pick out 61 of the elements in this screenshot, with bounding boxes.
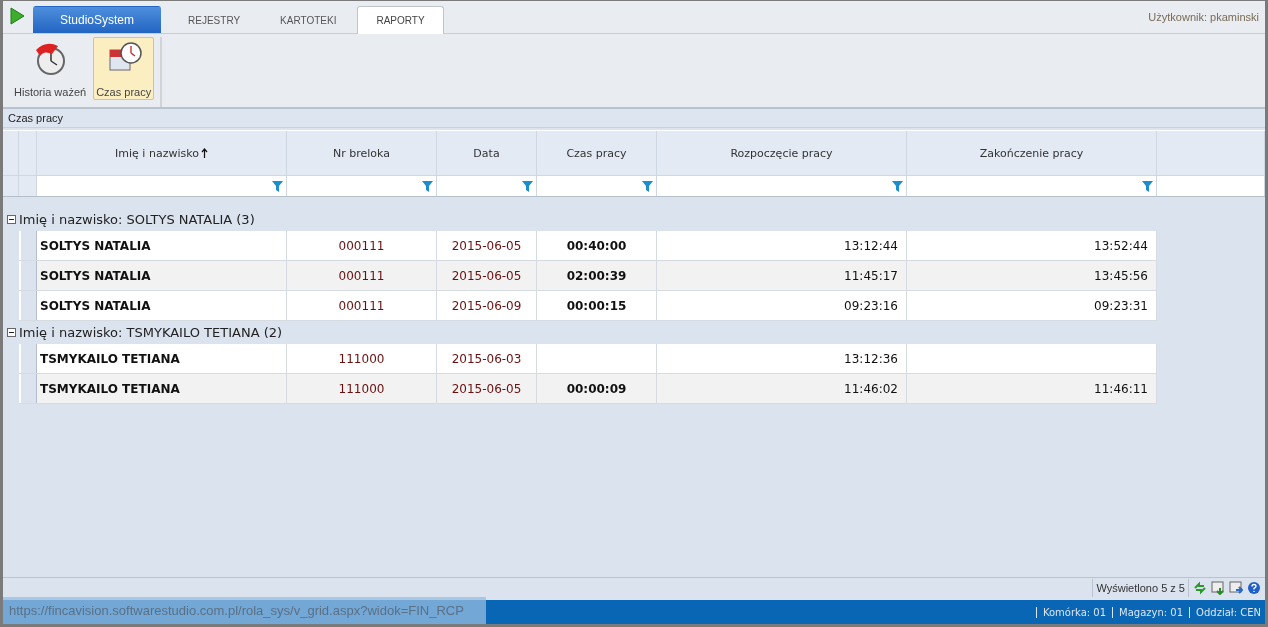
url-tooltip: https://fincavision.softwarestudio.com.pl/rola_sys/v_grid.aspx?widok=FIN_RCP [3, 597, 486, 624]
sort-arrow-icon [200, 148, 208, 158]
user-label: Użytkownik: pkaminski [1148, 11, 1260, 23]
tab[interactable]: KARTOTEKI [261, 6, 356, 33]
table-cell: SOLTYS NATALIA [37, 291, 287, 320]
table-cell: 00:00:09 [537, 374, 657, 403]
table-cell: 13:45:56 [907, 261, 1157, 290]
table-cell: 2015-06-05 [437, 231, 537, 260]
filter-icon[interactable] [1142, 180, 1153, 192]
pager-info: Wyświetlono 5 z 5 [1092, 579, 1189, 597]
tab[interactable]: REJESTRY [169, 6, 260, 33]
table-cell: 2015-06-05 [437, 374, 537, 403]
status-item: Oddział: CEN [1189, 606, 1261, 618]
table-cell: 00:40:00 [537, 231, 657, 260]
table-cell: 13:12:36 [657, 344, 907, 373]
table-cell: SOLTYS NATALIA [37, 231, 287, 260]
export-right-icon[interactable] [1229, 581, 1243, 595]
row-indicator [19, 231, 37, 260]
ribbon-button[interactable]: Historia ważeń [11, 37, 90, 100]
filter-icon[interactable] [272, 180, 283, 192]
collapse-icon[interactable] [7, 327, 16, 337]
table-cell: 2015-06-05 [437, 261, 537, 290]
table-cell: 09:23:16 [657, 291, 907, 320]
table-cell: 11:46:02 [657, 374, 907, 403]
app-menu-button[interactable]: StudioSystem [33, 6, 162, 33]
table-cell: 02:00:39 [537, 261, 657, 290]
table-cell: 09:23:31 [907, 291, 1157, 320]
help-icon[interactable] [1247, 581, 1261, 595]
row-indicator [19, 291, 37, 320]
table-cell: 11:46:11 [907, 374, 1157, 403]
status-item: Magazyn: 01 [1112, 606, 1184, 618]
table-cell: 11:45:17 [657, 261, 907, 290]
table-cell: 000111 [287, 291, 437, 320]
table-cell: 2015-06-09 [437, 291, 537, 320]
table-cell: 111000 [287, 344, 437, 373]
table-cell: 2015-06-03 [437, 344, 537, 373]
filter-icon[interactable] [642, 180, 653, 192]
filter-icon[interactable] [892, 180, 903, 192]
row-indicator [19, 344, 37, 373]
row-indicator [19, 261, 37, 290]
refresh-icon[interactable] [1193, 581, 1207, 595]
table-cell: TSMYKAILO TETIANA [37, 344, 287, 373]
table-cell: 13:52:44 [907, 231, 1157, 260]
table-cell: 00:00:15 [537, 291, 657, 320]
table-cell: SOLTYS NATALIA [37, 261, 287, 290]
play-icon[interactable] [9, 7, 25, 25]
tab[interactable]: RAPORTY [357, 6, 444, 34]
collapse-icon[interactable] [7, 214, 16, 224]
table-cell: 000111 [287, 231, 437, 260]
table-cell: 111000 [287, 374, 437, 403]
table-cell: 000111 [287, 261, 437, 290]
group-label: Imię i nazwisko: SOLTYS NATALIA (3) [19, 211, 255, 227]
export-down-icon[interactable] [1211, 581, 1225, 595]
status-item: Komórka: 01 [1035, 606, 1107, 618]
filter-icon[interactable] [422, 180, 433, 192]
ribbon-button[interactable]: Czas pracy [93, 37, 155, 100]
filter-icon[interactable] [522, 180, 533, 192]
table-cell: TSMYKAILO TETIANA [37, 374, 287, 403]
row-indicator [19, 374, 37, 403]
table-cell: 13:12:44 [657, 231, 907, 260]
group-label: Imię i nazwisko: TSMYKAILO TETIANA (2) [19, 324, 283, 340]
